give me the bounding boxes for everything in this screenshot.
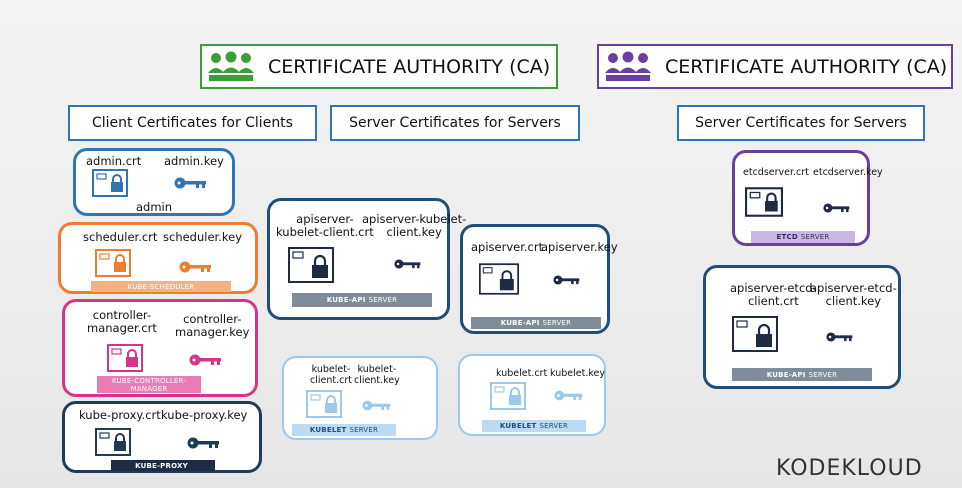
certificate-lock-icon <box>479 263 519 295</box>
component-bar: ETCD SERVER <box>751 231 855 243</box>
people-icon <box>208 51 254 81</box>
kubelet-client-group: kubelet-client.crt kubelet-client.key KU… <box>282 356 438 440</box>
kube-proxy-group: kube-proxy.crt kube-proxy.key KUBE-PROXY <box>62 401 262 473</box>
component-bar: KUBELET SERVER <box>292 424 396 436</box>
etcd-server-group: etcdserver.crt etcdserver.key ETCD SERVER <box>732 150 883 246</box>
key-icon <box>394 259 421 269</box>
component-bar: KUBE-CONTROLLER- MANAGER <box>97 376 201 393</box>
key-icon <box>174 177 206 189</box>
component-bar: KUBE-API SERVER <box>471 317 601 329</box>
key-icon <box>553 275 580 285</box>
key-icon <box>189 354 221 366</box>
certificate-lock-icon <box>92 169 128 197</box>
key-filename: controller-manager.key <box>175 312 250 339</box>
key-filename: etcdserver.key <box>813 167 883 178</box>
kube-api-server-group: apiserver.crt apiserver.key KUBE-API SERV… <box>460 224 618 334</box>
cert-filename: apiserver-etcd-client.crt <box>730 281 817 308</box>
cert-filename: scheduler.crt <box>83 230 158 244</box>
header-client-certificates: Client Certificates for Clients <box>68 105 317 141</box>
kube-controller-manager-group: controller-manager.crt controller-manage… <box>62 299 258 397</box>
key-filename: kube-proxy.key <box>161 408 248 422</box>
cert-filename: kube-proxy.crt <box>79 408 161 422</box>
certificate-lock-icon <box>95 249 131 277</box>
cert-filename: etcdserver.crt <box>743 167 809 178</box>
admin-group: admin.crt admin.key admin <box>73 148 235 216</box>
component-bar: KUBE-SCHEDULER <box>91 281 231 292</box>
cert-filename: kubelet.crt <box>496 368 548 379</box>
kubelet-server-group: kubelet.crt kubelet.key KUBELET SERVER <box>458 354 606 436</box>
certificate-lock-icon <box>288 247 334 283</box>
header-server-certificates-etcd: Server Certificates for Servers <box>677 105 925 141</box>
key-filename: kubelet.key <box>550 368 605 379</box>
key-icon <box>823 203 850 213</box>
component-bar: KUBE-PROXY <box>111 460 215 471</box>
kube-api-server-kubelet-client-group: apiserver-kubelet-client.crt apiserver-k… <box>267 198 466 320</box>
cert-filename: apiserver.crt <box>471 240 544 254</box>
ca-title: CERTIFICATE AUTHORITY (CA) <box>268 55 551 78</box>
ca-title: CERTIFICATE AUTHORITY (CA) <box>665 55 948 78</box>
key-filename: scheduler.key <box>163 230 242 244</box>
key-icon <box>554 390 583 401</box>
certificate-lock-icon <box>490 382 526 410</box>
key-icon <box>187 437 219 449</box>
cert-filename: apiserver-kubelet-client.crt <box>276 212 374 239</box>
cert-filename: controller-manager.crt <box>87 308 157 335</box>
key-filename: apiserver-kubelet-client.key <box>362 212 467 239</box>
component-bar: KUBE-API SERVER <box>292 293 432 307</box>
component-label: KUBE-SCHEDULER <box>127 282 195 291</box>
cert-filename: admin.crt <box>86 154 142 168</box>
certificate-lock-icon <box>745 187 783 217</box>
key-icon <box>362 400 391 411</box>
header-server-certificates: Server Certificates for Servers <box>330 105 580 141</box>
ca-box-purple: CERTIFICATE AUTHORITY (CA) <box>597 44 953 89</box>
kodekloud-logo: KODEKLOUD <box>776 456 923 481</box>
component-label: KUBE-PROXY <box>135 461 188 470</box>
key-filename: apiserver-etcd-client.key <box>810 281 897 308</box>
certificate-lock-icon <box>107 344 143 372</box>
kube-scheduler-group: scheduler.crt scheduler.key KUBE-SCHEDUL… <box>58 222 258 294</box>
ca-box-green: CERTIFICATE AUTHORITY (CA) <box>200 44 558 89</box>
cert-filename: kubelet-client.crt <box>310 364 352 386</box>
key-filename: kubelet-client.key <box>354 364 400 386</box>
component-bar: KUBE-API SERVER <box>732 368 872 381</box>
certificate-lock-icon <box>306 390 342 418</box>
certificate-lock-icon <box>95 428 131 456</box>
key-filename: admin.key <box>164 154 224 168</box>
key-icon <box>179 261 211 273</box>
people-icon <box>605 51 651 81</box>
component-bar: KUBELET SERVER <box>482 420 586 432</box>
kube-api-server-etcd-client-group: apiserver-etcd-client.crt apiserver-etcd… <box>703 265 901 389</box>
client-name: admin <box>136 200 173 214</box>
key-filename: apiserver.key <box>541 240 618 254</box>
certificate-lock-icon <box>732 316 778 352</box>
key-icon <box>826 332 853 342</box>
